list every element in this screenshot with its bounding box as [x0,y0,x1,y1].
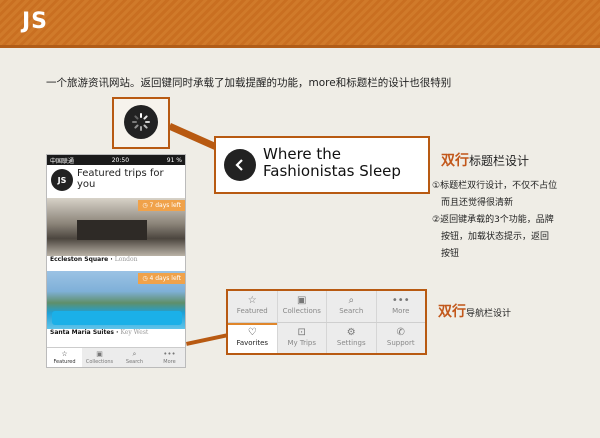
tab-more[interactable]: ••• More [152,348,185,367]
room-shape [77,220,147,240]
search-icon: ⌕ [348,295,355,306]
description-text: 一个旅游资讯网站。返回键同时承载了加载提醒的功能，more和标题栏的设计也很特别 [46,77,452,89]
suitcase-icon: ⊡ [297,327,306,338]
nav-more[interactable]: ••• More [375,291,426,322]
loading-callout [112,97,170,149]
section-title-nav: 双行导航栏设计 [438,304,512,320]
nav-row-primary: ☆ Featured ▣ Collections ⌕ Search ••• More [228,291,425,322]
nav-my-trips[interactable]: ⊡ My Trips [276,323,327,353]
phone-tab-bar: ☆ Featured ▣ Collections ⌕ Search ••• More [47,347,185,367]
note-line: 按钮 [441,249,460,259]
header-bar: JS [0,0,600,48]
nav-settings[interactable]: ⚙ Settings [326,323,376,353]
app-title-bar: JS Featured trips for you [47,165,185,195]
section-notes: ①标题栏双行设计，不仅不占位 而且还觉得很清新 ②返回键承载的3个功能，品牌 按… [432,178,592,263]
time-text: 20:50 [111,156,130,164]
more-icon: ••• [163,350,176,358]
nav-callout: ☆ Featured ▣ Collections ⌕ Search ••• More ♡… [226,289,427,355]
nav-featured[interactable]: ☆ Featured [228,291,277,322]
back-arrow-icon[interactable] [224,149,256,181]
app-title: Featured trips for you [77,168,164,190]
phone-icon: ✆ [396,327,405,338]
nav-favorites[interactable]: ♡ Favorites [228,323,277,353]
tab-collections[interactable]: ▣ Collections [82,348,117,367]
days-left-badge: ◷ 7 days left [138,200,185,211]
loading-spinner-icon [124,105,158,139]
note-line: ②返回键承载的3个功能，品牌 [432,215,554,225]
nav-search[interactable]: ⌕ Search [326,291,376,322]
tab-featured[interactable]: ☆ Featured [47,348,82,367]
search-icon: ⌕ [132,350,137,358]
battery-text: 91 % [166,156,182,164]
collections-icon: ▣ [96,350,103,358]
note-line: ①标题栏双行设计，不仅不占位 [432,181,558,191]
nav-support[interactable]: ✆ Support [375,323,426,353]
collections-icon: ▣ [297,295,307,306]
gear-icon: ⚙ [346,327,356,338]
trip-name: Eccleston Square · London [50,256,138,263]
trip-card[interactable]: ◷ 4 days left Santa Maria Suites · Key W… [47,271,185,341]
more-icon: ••• [391,295,410,306]
note-line: 而且还觉得很清新 [441,198,514,208]
days-left-badge: ◷ 4 days left [138,273,185,284]
callout-title-text: Where the Fashionistas Sleep [263,145,401,180]
tab-search[interactable]: ⌕ Search [117,348,152,367]
section-title-header: 双行标题栏设计 [441,153,530,169]
note-line: 按钮，加载状态提示，返回 [441,232,550,242]
carrier-text: 中国联通 [50,157,75,165]
title-callout: Where the Fashionistas Sleep [214,136,430,194]
heart-icon: ♡ [247,327,257,338]
brand-back-button[interactable]: JS [51,169,73,191]
phone-mockup: 中国联通 20:50 91 % JS Featured trips for yo… [46,154,186,368]
star-icon: ☆ [247,295,257,306]
trip-card[interactable]: ◷ 7 days left Eccleston Square · London [47,198,185,268]
nav-collections[interactable]: ▣ Collections [276,291,327,322]
nav-row-secondary: ♡ Favorites ⊡ My Trips ⚙ Settings ✆ Support [228,322,425,353]
header-title: JS [22,9,49,34]
star-icon: ☆ [61,350,68,358]
pool-shape [52,311,182,325]
trip-name: Santa Maria Suites · Key West [50,329,149,336]
status-bar: 中国联通 20:50 91 % [47,155,185,165]
